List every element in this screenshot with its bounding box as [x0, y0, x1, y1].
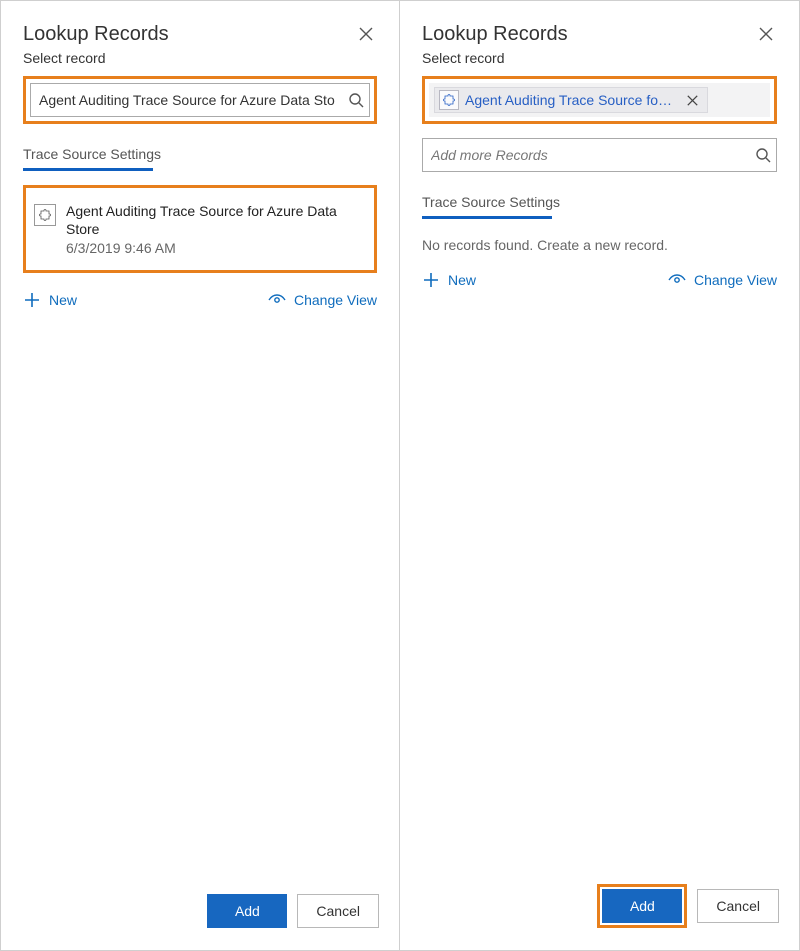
cancel-button[interactable]: Cancel: [297, 894, 379, 928]
new-record-button[interactable]: New: [422, 271, 476, 289]
dialog-subtitle: Select record: [422, 50, 568, 66]
result-timestamp: 6/3/2019 9:46 AM: [66, 240, 362, 256]
search-button[interactable]: [348, 92, 364, 108]
close-button[interactable]: [755, 23, 777, 45]
result-title: Agent Auditing Trace Source for Azure Da…: [66, 202, 362, 238]
puzzle-icon: [39, 209, 51, 221]
search-field-wrap: [422, 138, 777, 172]
section-title: Trace Source Settings: [422, 194, 777, 214]
change-view-button[interactable]: Change View: [268, 292, 377, 308]
dialog-title: Lookup Records: [23, 23, 169, 46]
dialog-subtitle: Select record: [23, 50, 169, 66]
annotation-highlight-search: [23, 76, 377, 124]
cancel-button[interactable]: Cancel: [697, 889, 779, 923]
section-title: Trace Source Settings: [23, 146, 377, 166]
dialog-title: Lookup Records: [422, 23, 568, 46]
pill-label: Agent Auditing Trace Source for ...: [465, 92, 675, 108]
lookup-dialog-left: Lookup Records Select record Trace Sourc…: [0, 0, 400, 951]
search-field-wrap: [30, 83, 370, 117]
record-type-icon: [34, 204, 56, 226]
selected-record-pill[interactable]: Agent Auditing Trace Source for ...: [434, 87, 708, 113]
section-underline: [23, 168, 153, 171]
search-input[interactable]: [30, 83, 370, 117]
plus-icon: [23, 291, 41, 309]
annotation-highlight-result: Agent Auditing Trace Source for Azure Da…: [23, 185, 377, 273]
result-card[interactable]: Agent Auditing Trace Source for Azure Da…: [30, 192, 370, 266]
dialog-footer: Add Cancel: [1, 880, 399, 950]
change-view-label: Change View: [294, 292, 377, 308]
new-label: New: [49, 292, 77, 308]
remove-icon: [687, 95, 698, 106]
dialog-header: Lookup Records Select record: [400, 1, 799, 76]
add-button[interactable]: Add: [207, 894, 287, 928]
new-record-button[interactable]: New: [23, 291, 77, 309]
annotation-highlight-add: Add: [597, 884, 687, 928]
record-type-icon: [439, 90, 459, 110]
plus-icon: [422, 271, 440, 289]
search-icon: [348, 92, 364, 108]
search-button[interactable]: [755, 147, 771, 163]
lookup-dialog-right: Lookup Records Select record Agent Audit…: [400, 0, 800, 951]
close-icon: [759, 27, 773, 41]
new-label: New: [448, 272, 476, 288]
change-view-button[interactable]: Change View: [668, 272, 777, 288]
eye-icon: [268, 294, 286, 306]
selected-records-area: Agent Auditing Trace Source for ...: [429, 83, 770, 117]
section-underline: [422, 216, 552, 219]
search-icon: [755, 147, 771, 163]
dialog-footer: Add Cancel: [400, 870, 799, 950]
puzzle-icon: [443, 94, 455, 106]
change-view-label: Change View: [694, 272, 777, 288]
pill-remove-button[interactable]: [681, 89, 703, 111]
close-icon: [359, 27, 373, 41]
close-button[interactable]: [355, 23, 377, 45]
add-button[interactable]: Add: [602, 889, 682, 923]
empty-state-message: No records found. Create a new record.: [422, 237, 777, 253]
eye-icon: [668, 274, 686, 286]
annotation-highlight-pill: Agent Auditing Trace Source for ...: [422, 76, 777, 124]
search-input[interactable]: [422, 138, 777, 172]
dialog-header: Lookup Records Select record: [1, 1, 399, 76]
